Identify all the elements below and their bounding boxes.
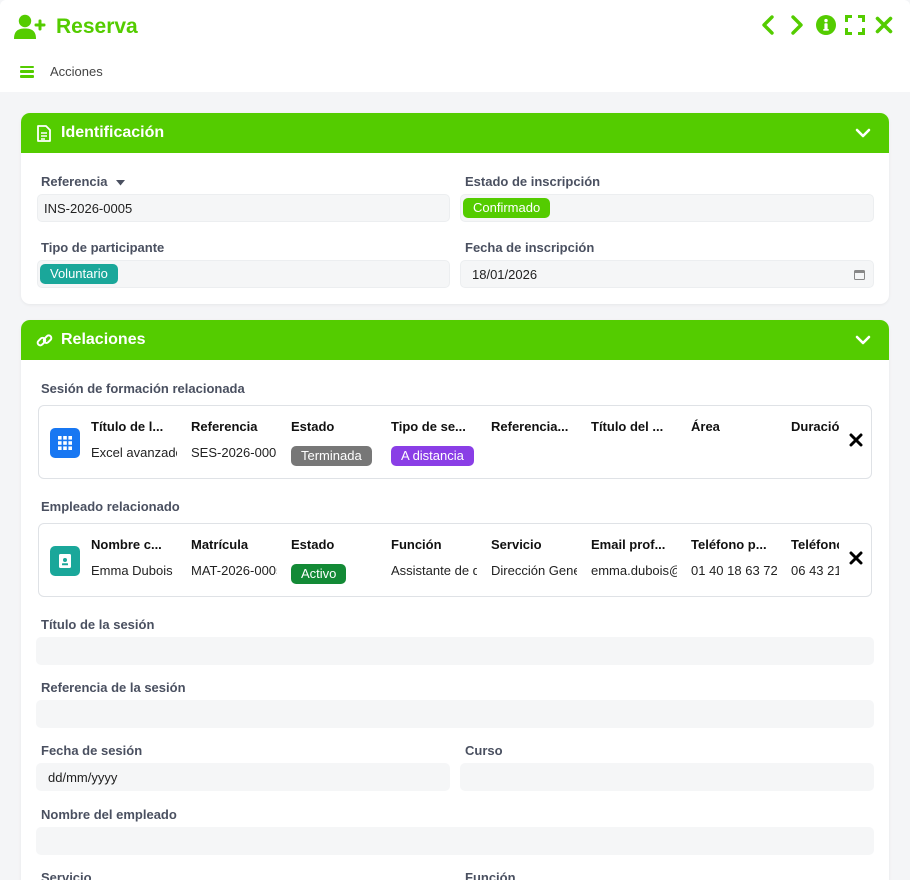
curso-label: Curso: [465, 743, 503, 758]
column-value: 06 43 21: [791, 563, 839, 578]
column-header: Tipo de se...: [391, 419, 466, 434]
remove-sesion-icon[interactable]: [849, 433, 863, 447]
referencia-label: Referencia: [41, 174, 126, 189]
chevron-down-icon: [855, 335, 871, 345]
funcion-label: Función: [465, 870, 516, 880]
column-value: Activo: [291, 564, 377, 584]
column-header: Email prof...: [591, 537, 666, 552]
fecha-sesion-label: Fecha de sesión: [41, 743, 143, 758]
window-title: Reserva: [56, 15, 138, 38]
title-row: Reserva: [14, 12, 138, 42]
tipo-participante-badge: Voluntario: [40, 264, 118, 284]
column-header: Referencia...: [491, 419, 569, 434]
chevron-right-icon: [791, 15, 803, 35]
servicio-label: Servicio: [41, 870, 92, 880]
document-icon: [35, 124, 53, 142]
grid-icon: [50, 428, 80, 458]
column-value: SES-2026-0005: [191, 445, 277, 460]
column-value: Dirección General: [491, 563, 577, 578]
relaciones-header[interactable]: Relaciones: [21, 320, 889, 360]
fecha-sesion-field[interactable]: dd/mm/yyyy: [36, 763, 450, 791]
referencia-sesion-label: Referencia de la sesión: [41, 680, 186, 695]
fecha-inscripcion-value: 18/01/2026: [472, 266, 538, 282]
tipo-participante-label: Tipo de participante: [41, 240, 165, 255]
empleado-relacionado-label: Empleado relacionado: [41, 499, 180, 514]
column-header: Estado: [291, 419, 335, 434]
sesion-relacionada-label: Sesión de formación relacionada: [41, 381, 245, 396]
identificacion-header[interactable]: Identificación: [21, 113, 889, 153]
column-header: Función: [391, 537, 442, 552]
column-header: Nombre c...: [91, 537, 162, 552]
column-value: Terminada: [291, 446, 377, 466]
tipo-badge: A distancia: [391, 446, 474, 466]
badge-icon: [50, 546, 80, 576]
close-button[interactable]: [874, 13, 894, 37]
empleado-relacionado-card[interactable]: Nombre c... Emma Dubois Matrícula MAT-20…: [38, 523, 872, 597]
add-user-icon: [14, 12, 48, 42]
actions-label: Acciones: [50, 64, 103, 79]
column-header: Teléfono p...: [691, 537, 767, 552]
column-value: Excel avanzado: [91, 445, 177, 460]
column-value: A distancia: [391, 446, 477, 466]
expand-icon: [845, 15, 865, 35]
relaciones-section: Relaciones Sesión de formación relaciona…: [21, 320, 889, 880]
titulo-sesion-field[interactable]: [36, 637, 874, 665]
actions-menu[interactable]: Acciones: [20, 64, 103, 79]
column-header: Servicio: [491, 537, 542, 552]
tipo-participante-field[interactable]: Voluntario: [37, 260, 450, 288]
caret-down-icon: [116, 180, 126, 186]
link-icon: [35, 331, 53, 349]
column-header: Estado: [291, 537, 335, 552]
info-button[interactable]: [816, 13, 836, 37]
window-header: Reserva Acciones: [0, 0, 910, 92]
estado-inscripcion-label: Estado de inscripción: [465, 174, 601, 189]
estado-badge: Activo: [291, 564, 347, 584]
previous-record-button[interactable]: [758, 13, 778, 37]
calendar-icon: [854, 270, 865, 280]
estado-inscripcion-field[interactable]: Confirmado: [460, 194, 874, 222]
chevron-down-icon: [855, 128, 871, 138]
column-header: Título del ...: [591, 419, 664, 434]
info-icon: [816, 15, 836, 35]
fullscreen-button[interactable]: [845, 13, 865, 37]
titulo-sesion-label: Título de la sesión: [41, 617, 155, 632]
column-header: Teléfono: [791, 537, 839, 552]
curso-field[interactable]: [460, 763, 874, 791]
column-header: Matrícula: [191, 537, 249, 552]
identificacion-title: Identificación: [61, 124, 165, 141]
estado-inscripcion-badge: Confirmado: [463, 198, 551, 218]
column-value: emma.dubois@: [591, 563, 677, 578]
column-header: Duración: [791, 419, 839, 434]
sesion-relacionada-card[interactable]: Título de l... Excel avanzado Referencia…: [38, 405, 872, 479]
fecha-inscripcion-label: Fecha de inscripción: [465, 240, 595, 255]
column-header: Título de l...: [91, 419, 164, 434]
column-header: Referencia: [191, 419, 258, 434]
identificacion-section: Identificación Referencia INS-2026-0005 …: [21, 113, 889, 304]
column-value: Emma Dubois: [91, 563, 173, 578]
nombre-empleado-label: Nombre del empleado: [41, 807, 177, 822]
fecha-inscripcion-field[interactable]: 18/01/2026: [460, 260, 874, 288]
relaciones-title: Relaciones: [61, 331, 146, 348]
estado-badge: Terminada: [291, 446, 372, 466]
referencia-sesion-field[interactable]: [36, 700, 874, 728]
next-record-button[interactable]: [787, 13, 807, 37]
fecha-sesion-placeholder: dd/mm/yyyy: [48, 769, 118, 785]
menu-icon: [20, 65, 34, 78]
chevron-left-icon: [762, 15, 774, 35]
referencia-value: INS-2026-0005: [44, 200, 133, 216]
referencia-field[interactable]: INS-2026-0005: [37, 194, 450, 222]
column-value: 01 40 18 63 72: [691, 563, 777, 578]
remove-empleado-icon[interactable]: [849, 551, 863, 565]
window-controls: [758, 13, 894, 37]
column-value: MAT-2026-0005: [191, 563, 277, 578]
close-icon: [875, 16, 893, 34]
column-value: Assistante de direction: [391, 563, 477, 578]
nombre-empleado-field[interactable]: [36, 827, 874, 855]
column-header: Área: [691, 419, 720, 434]
